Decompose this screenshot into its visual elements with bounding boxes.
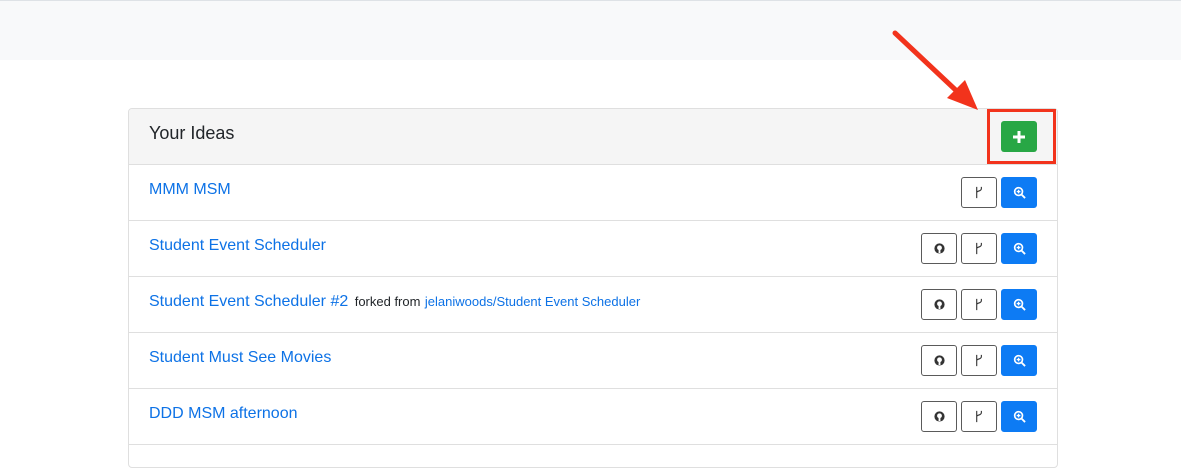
code-fork-icon (975, 298, 982, 311)
idea-row: MMM MSM (129, 165, 1057, 221)
idea-link[interactable]: DDD MSM afternoon (149, 405, 298, 423)
idea-link[interactable]: MMM MSM (149, 181, 231, 199)
ideas-card: Your Ideas MMM MSM Student Event Schedul… (128, 108, 1058, 468)
github-icon (933, 411, 945, 422)
fork-button[interactable] (961, 345, 997, 376)
idea-link[interactable]: Student Must See Movies (149, 349, 331, 367)
code-fork-icon (975, 410, 982, 423)
github-button[interactable] (921, 401, 957, 432)
idea-row: DDD MSM afternoon (129, 389, 1057, 445)
github-icon (933, 299, 945, 310)
forked-from-link[interactable]: jelaniwoods/Student Event Scheduler (425, 294, 640, 309)
search-plus-icon (1013, 242, 1026, 255)
card-title: Your Ideas (149, 123, 235, 143)
top-navbar (0, 0, 1181, 60)
github-button[interactable] (921, 345, 957, 376)
idea-link[interactable]: Student Event Scheduler (149, 237, 326, 255)
idea-row: Student Must See Movies (129, 333, 1057, 389)
fork-button[interactable] (961, 177, 997, 208)
search-plus-icon (1013, 354, 1026, 367)
code-fork-icon (975, 186, 982, 199)
search-plus-icon (1013, 186, 1026, 199)
idea-row: Student Event Scheduler (129, 221, 1057, 277)
idea-row: Student Event Scheduler #2 forked from j… (129, 277, 1057, 333)
fork-button[interactable] (961, 233, 997, 264)
view-button[interactable] (1001, 289, 1037, 320)
fork-button[interactable] (961, 289, 997, 320)
search-plus-icon (1013, 410, 1026, 423)
annotation-highlight-box (987, 109, 1056, 164)
code-fork-icon (975, 354, 982, 367)
code-fork-icon (975, 242, 982, 255)
fork-button[interactable] (961, 401, 997, 432)
view-button[interactable] (1001, 177, 1037, 208)
idea-link[interactable]: Student Event Scheduler #2 (149, 293, 348, 310)
github-icon (933, 243, 945, 254)
view-button[interactable] (1001, 401, 1037, 432)
github-button[interactable] (921, 233, 957, 264)
github-button[interactable] (921, 289, 957, 320)
github-icon (933, 355, 945, 366)
ideas-card-header: Your Ideas (129, 109, 1057, 165)
view-button[interactable] (1001, 345, 1037, 376)
forked-from-label: forked from (354, 294, 421, 309)
search-plus-icon (1013, 298, 1026, 311)
view-button[interactable] (1001, 233, 1037, 264)
